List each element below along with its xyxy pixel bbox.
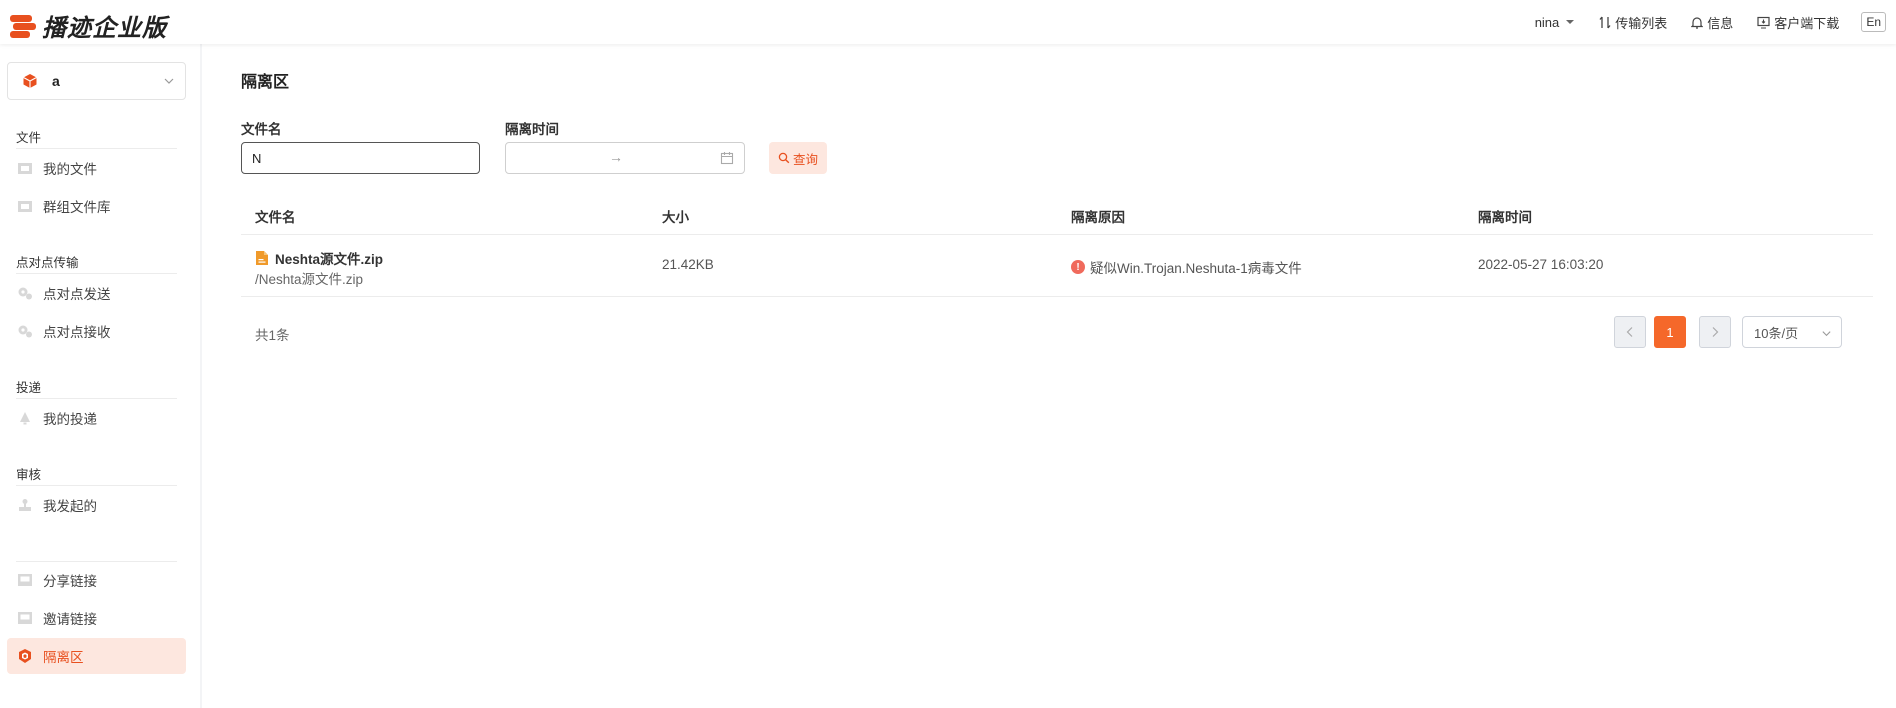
- main-content: 隔离区 文件名 隔离时间 → 查询 文件名 大小 隔离原因 隔离时间 Nesht…: [202, 44, 1896, 708]
- bell-icon: [1691, 16, 1704, 29]
- logo-icon: [10, 13, 36, 39]
- share-link-icon: [18, 574, 32, 586]
- user-name: nina: [1534, 14, 1560, 30]
- gears-icon: [18, 325, 32, 338]
- sidebar: a 文件 我的文件 群组文件库 点对点传输 点对点发送 点对点接收 投递 我的投…: [0, 44, 200, 708]
- sidebar-item-label: 我发起的: [43, 499, 97, 514]
- top-header: 播迹企业版 nina 传输列表 信息 客户端下载 En: [0, 0, 1896, 44]
- page-number-button[interactable]: 1: [1654, 316, 1686, 348]
- column-header-reason: 隔离原因: [1071, 210, 1125, 225]
- sidebar-item-p2p-receive[interactable]: 点对点接收: [7, 313, 186, 349]
- sidebar-item-label: 群组文件库: [43, 200, 111, 215]
- page-size-select[interactable]: 10条/页: [1742, 316, 1842, 348]
- user-menu[interactable]: nina: [1535, 15, 1576, 30]
- caret-down-icon: [1566, 20, 1575, 24]
- section-title-p2p: 点对点传输: [16, 256, 79, 270]
- monitor-download-icon: [1757, 16, 1770, 29]
- page-title: 隔离区: [241, 74, 290, 91]
- gears-icon: [18, 287, 32, 300]
- table-row-divider: [241, 296, 1873, 297]
- section-title-files: 文件: [16, 131, 42, 145]
- quarantine-reason-text: 疑似Win.Trojan.Neshuta-1病毒文件: [1090, 261, 1302, 276]
- page-size-value: 10条/页: [1754, 325, 1799, 341]
- section-divider: [16, 273, 177, 274]
- column-header-filename: 文件名: [255, 210, 296, 225]
- client-download-label: 客户端下载: [1774, 15, 1840, 31]
- transfer-arrows-icon: [1599, 16, 1611, 28]
- column-header-time: 隔离时间: [1478, 210, 1532, 225]
- stamp-icon: [19, 499, 31, 511]
- file-name[interactable]: Neshta源文件.zip: [255, 248, 383, 268]
- column-header-size: 大小: [662, 210, 689, 225]
- cube-icon: [23, 74, 37, 88]
- sidebar-item-label: 点对点接收: [43, 325, 111, 340]
- invite-link-icon: [18, 612, 32, 624]
- section-title-review: 审核: [16, 468, 42, 482]
- quarantine-time: 2022-05-27 16:03:20: [1478, 257, 1604, 272]
- sidebar-item-my-files[interactable]: 我的文件: [7, 150, 186, 186]
- chevron-down-icon: [1822, 331, 1831, 337]
- sidebar-item-my-delivery[interactable]: 我的投递: [7, 400, 186, 436]
- search-icon: [778, 152, 790, 164]
- sidebar-item-share-links[interactable]: 分享链接: [7, 562, 186, 598]
- total-count: 共1条: [255, 328, 290, 343]
- messages-button[interactable]: 信息: [1691, 13, 1733, 32]
- chevron-down-icon: [164, 78, 174, 84]
- sidebar-item-label: 隔离区: [43, 650, 84, 665]
- client-download-button[interactable]: 客户端下载: [1757, 13, 1839, 32]
- sidebar-item-label: 分享链接: [43, 574, 97, 589]
- group-folder-icon: [18, 201, 32, 212]
- section-title-delivery: 投递: [16, 381, 42, 395]
- space-selector[interactable]: a: [7, 62, 186, 100]
- section-divider: [16, 485, 177, 486]
- table-header-divider: [241, 234, 1873, 235]
- quarantine-reason: ! 疑似Win.Trojan.Neshuta-1病毒文件: [1071, 257, 1302, 277]
- chevron-left-icon: [1626, 327, 1633, 337]
- folder-icon: [18, 163, 32, 174]
- filename-filter-label: 文件名: [241, 122, 282, 137]
- query-button-label: 查询: [792, 152, 818, 167]
- date-range-separator: →: [609, 149, 623, 165]
- sidebar-item-label: 我的投递: [43, 412, 97, 427]
- sidebar-item-my-initiated[interactable]: 我发起的: [7, 487, 186, 523]
- delivery-bell-icon: [20, 412, 30, 425]
- file-size: 21.42KB: [662, 257, 714, 272]
- warning-icon: !: [1071, 260, 1085, 274]
- next-page-button[interactable]: [1699, 316, 1731, 348]
- space-name: a: [52, 73, 60, 89]
- chevron-right-icon: [1712, 327, 1719, 337]
- sidebar-item-group-library[interactable]: 群组文件库: [7, 188, 186, 224]
- filename-filter-input[interactable]: [241, 142, 480, 174]
- messages-label: 信息: [1707, 15, 1734, 31]
- language-toggle[interactable]: En: [1861, 12, 1886, 32]
- sidebar-item-label: 邀请链接: [43, 612, 97, 627]
- sidebar-item-invite-links[interactable]: 邀请链接: [7, 600, 186, 636]
- calendar-icon: [720, 152, 734, 165]
- quarantine-time-filter-label: 隔离时间: [505, 122, 559, 137]
- transfer-list-label: 传输列表: [1615, 15, 1668, 31]
- sidebar-item-quarantine[interactable]: 隔离区: [7, 638, 186, 674]
- sidebar-item-label: 我的文件: [43, 162, 97, 177]
- app-logo[interactable]: 播迹企业版: [10, 8, 167, 43]
- shield-icon: [19, 649, 31, 663]
- section-divider: [16, 148, 177, 149]
- file-path: /Neshta源文件.zip: [255, 272, 364, 287]
- sidebar-item-p2p-send[interactable]: 点对点发送: [7, 275, 186, 311]
- prev-page-button[interactable]: [1614, 316, 1646, 348]
- query-button[interactable]: 查询: [769, 142, 827, 174]
- file-name-text: Neshta源文件.zip: [275, 252, 384, 267]
- logo-text: 播迹企业版: [42, 15, 167, 42]
- zip-file-icon: [256, 251, 268, 265]
- sidebar-item-label: 点对点发送: [43, 287, 111, 302]
- transfer-list-button[interactable]: 传输列表: [1599, 13, 1667, 32]
- date-range-picker[interactable]: →: [505, 142, 745, 174]
- header-actions: nina 传输列表 信息 客户端下载 En: [1511, 0, 1886, 44]
- section-divider: [16, 398, 177, 399]
